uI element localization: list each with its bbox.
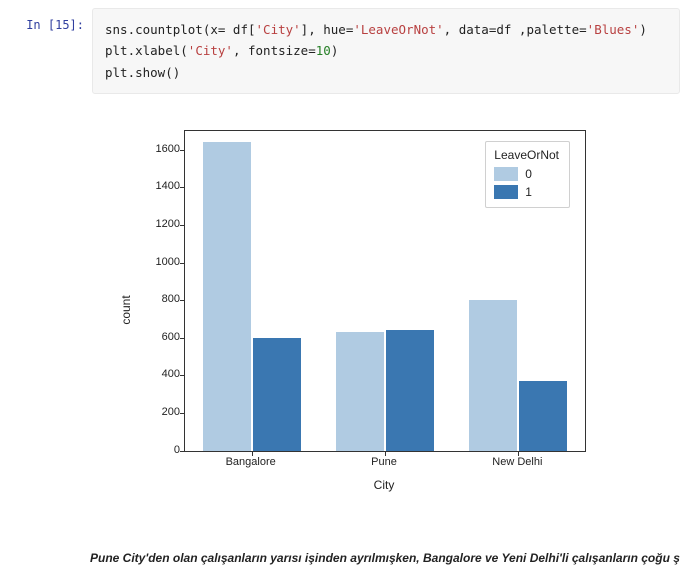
legend-swatch-1 bbox=[494, 185, 518, 199]
legend-title: LeaveOrNot bbox=[494, 148, 559, 162]
x-tick-label: Bangalore bbox=[226, 456, 276, 468]
code-string: 'City' bbox=[256, 22, 301, 37]
plot-area: LeaveOrNot 0 1 bbox=[184, 130, 586, 452]
y-tick-mark bbox=[180, 150, 185, 151]
y-tick-label: 0 bbox=[120, 444, 180, 456]
x-tick-label: Pune bbox=[371, 456, 397, 468]
bar-bangalore-1 bbox=[253, 338, 301, 451]
code-string: 'City' bbox=[188, 43, 233, 58]
y-tick-label: 800 bbox=[120, 293, 180, 305]
legend-swatch-0 bbox=[494, 167, 518, 181]
y-tick-label: 200 bbox=[120, 406, 180, 418]
y-tick-mark bbox=[180, 300, 185, 301]
code-text: , fontsize= bbox=[233, 43, 316, 58]
code-text: , data=df ,palette= bbox=[444, 22, 587, 37]
code-block[interactable]: sns.countplot(x= df['City'], hue='LeaveO… bbox=[92, 8, 680, 94]
output-area: count City LeaveOrNot 0 1 02004006008001… bbox=[84, 94, 680, 565]
y-tick-label: 1000 bbox=[120, 256, 180, 268]
y-tick-mark bbox=[180, 375, 185, 376]
notebook-page: In [15]: sns.countplot(x= df['City'], hu… bbox=[0, 0, 680, 565]
code-text: sns.countplot(x= df[ bbox=[105, 22, 256, 37]
y-tick-mark bbox=[180, 338, 185, 339]
legend-item-1: 1 bbox=[494, 183, 559, 201]
bar-pune-0 bbox=[336, 332, 384, 451]
y-tick-mark bbox=[180, 225, 185, 226]
countplot-chart: count City LeaveOrNot 0 1 02004006008001… bbox=[96, 124, 596, 496]
x-tick-label: New Delhi bbox=[492, 456, 542, 468]
cell-prompt: In [15]: bbox=[0, 8, 92, 32]
code-text: plt.show() bbox=[105, 65, 180, 80]
code-text: ) bbox=[331, 43, 339, 58]
bar-new-delhi-0 bbox=[469, 300, 517, 451]
y-tick-label: 1200 bbox=[120, 218, 180, 230]
y-tick-mark bbox=[180, 451, 185, 452]
legend-label-0: 0 bbox=[525, 165, 532, 183]
bar-new-delhi-1 bbox=[519, 381, 567, 451]
x-axis-label: City bbox=[374, 478, 395, 492]
code-cell: In [15]: sns.countplot(x= df['City'], hu… bbox=[0, 8, 680, 94]
y-tick-mark bbox=[180, 413, 185, 414]
code-text: plt.xlabel( bbox=[105, 43, 188, 58]
code-number: 10 bbox=[316, 43, 331, 58]
legend-item-0: 0 bbox=[494, 165, 559, 183]
code-string: 'Blues' bbox=[587, 22, 640, 37]
legend: LeaveOrNot 0 1 bbox=[485, 141, 570, 208]
legend-label-1: 1 bbox=[525, 183, 532, 201]
bar-pune-1 bbox=[386, 330, 434, 450]
y-tick-label: 1400 bbox=[120, 180, 180, 192]
y-tick-mark bbox=[180, 263, 185, 264]
y-tick-label: 600 bbox=[120, 331, 180, 343]
bar-bangalore-0 bbox=[203, 142, 251, 451]
code-text: ], hue= bbox=[301, 22, 354, 37]
code-text: ) bbox=[639, 22, 647, 37]
y-tick-label: 400 bbox=[120, 368, 180, 380]
y-tick-label: 1600 bbox=[120, 143, 180, 155]
y-tick-mark bbox=[180, 187, 185, 188]
code-string: 'LeaveOrNot' bbox=[353, 22, 443, 37]
